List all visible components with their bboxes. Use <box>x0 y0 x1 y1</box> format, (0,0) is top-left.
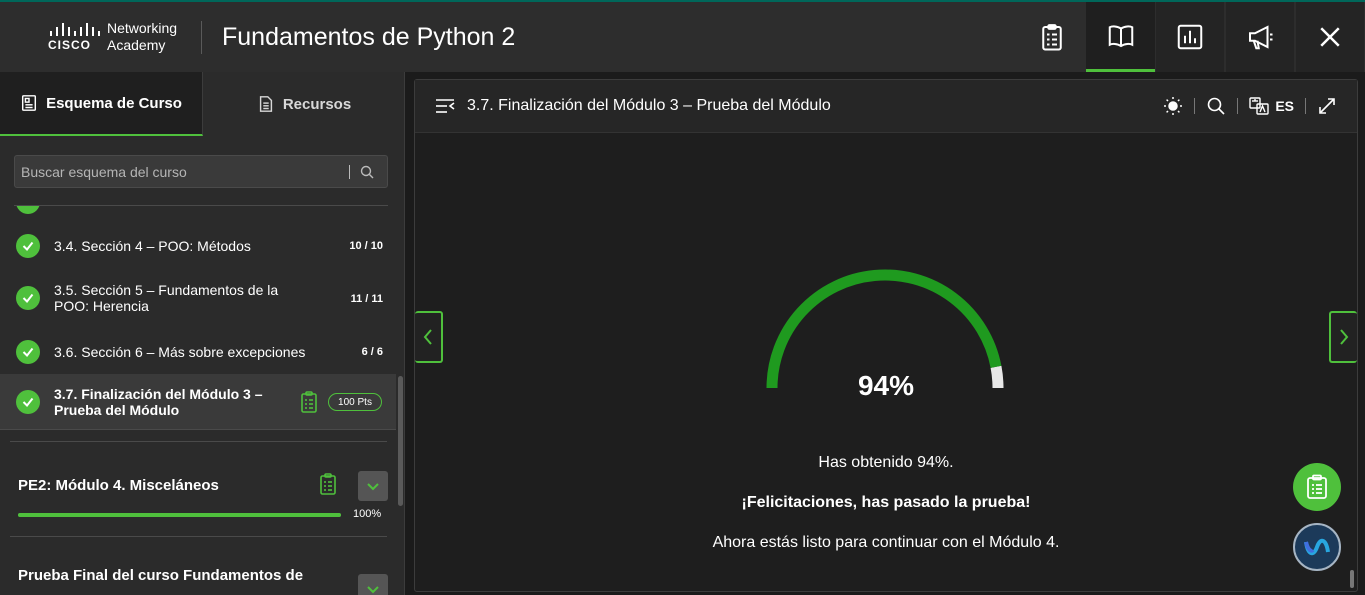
sidebar-scrollbar[interactable] <box>398 206 403 595</box>
webex-assistant-button[interactable] <box>1293 523 1341 571</box>
chevron-down-icon <box>367 483 379 491</box>
outline-list: 3.4. Sección 4 – POO: Métodos 10 / 10 3.… <box>0 206 396 595</box>
search-input[interactable] <box>15 156 345 187</box>
grades-button[interactable] <box>1156 2 1224 72</box>
outline-item-3-6[interactable]: 3.6. Sección 6 – Más sobre excepciones 6… <box>0 330 396 374</box>
previous-page-button[interactable] <box>415 311 443 363</box>
section-progress-bar <box>18 513 341 517</box>
progress-fill <box>18 513 341 517</box>
webex-icon <box>1304 538 1330 556</box>
chevron-left-icon <box>423 329 432 345</box>
course-button[interactable] <box>1086 2 1155 72</box>
result-message: Has obtenido 94%. <box>818 454 954 471</box>
expand-button[interactable] <box>358 471 388 501</box>
search-icon[interactable] <box>1206 96 1226 116</box>
book-icon <box>1108 24 1133 47</box>
content-title: 3.7. Finalización del Módulo 3 – Prueba … <box>467 97 831 114</box>
clipboard-icon <box>301 391 317 413</box>
outline-item-label: 3.5. Sección 5 – Fundamentos de la POO: … <box>54 282 279 314</box>
final-exam-section: Prueba Final del curso Fundamentos de <box>10 537 388 595</box>
outline-item-label: 3.7. Finalización del Módulo 3 – Prueba … <box>54 386 263 418</box>
brightness-icon[interactable] <box>1163 96 1183 116</box>
outline-search <box>14 155 388 188</box>
module-4-section: PE2: Módulo 4. Misceláneos 100% <box>10 442 388 536</box>
section-title[interactable]: PE2: Módulo 4. Misceláneos <box>18 477 219 495</box>
item-count: 6 / 6 <box>361 346 383 358</box>
language-label[interactable]: ES <box>1275 98 1294 114</box>
header-divider <box>201 21 202 54</box>
page-title: Fundamentos de Python 2 <box>222 23 516 51</box>
megaphone-icon <box>1249 25 1273 50</box>
item-count: 10 / 10 <box>349 240 383 252</box>
item-count: 11 / 11 <box>350 293 383 305</box>
chevron-down-icon <box>367 586 379 594</box>
next-page-button[interactable] <box>1329 311 1357 363</box>
outline-item-3-4[interactable]: 3.4. Sección 4 – POO: Métodos 10 / 10 <box>0 224 396 268</box>
search-divider <box>349 165 350 179</box>
section-title[interactable]: Prueba Final del curso Fundamentos de <box>18 567 318 585</box>
course-sidebar: Esquema de Curso Recursos 3.4. Sección 4… <box>0 72 405 595</box>
content-header: 3.7. Finalización del Módulo 3 – Prueba … <box>415 80 1357 133</box>
chevron-right-icon <box>1340 329 1349 345</box>
outline-item-label: 3.4. Sección 4 – POO: Métodos <box>54 238 251 254</box>
expand-button[interactable] <box>358 574 388 595</box>
outline-item-3-7[interactable]: 3.7. Finalización del Módulo 3 – Prueba … <box>0 374 396 430</box>
check-icon <box>16 234 40 258</box>
scrollbar-thumb[interactable] <box>398 376 403 506</box>
check-icon <box>16 286 40 310</box>
check-icon <box>16 340 40 364</box>
clipboard-icon <box>1307 474 1327 499</box>
networking-academy-label: Networking Academy <box>107 20 178 53</box>
clipboard-icon <box>320 473 336 495</box>
outline-item-3-5[interactable]: 3.5. Sección 5 – Fundamentos de la POO: … <box>0 274 396 322</box>
assignments-button[interactable] <box>1018 2 1086 72</box>
translate-icon[interactable] <box>1249 96 1270 116</box>
assignments-fab-button[interactable] <box>1293 463 1341 511</box>
content-panel: 3.7. Finalización del Módulo 3 – Prueba … <box>414 79 1358 592</box>
congratulations-message: ¡Felicitaciones, has pasado la prueba! <box>741 494 1031 511</box>
search-icon[interactable] <box>359 164 375 180</box>
close-button[interactable] <box>1296 2 1364 72</box>
collapse-menu-icon[interactable] <box>435 98 455 114</box>
next-step-message: Ahora estás listo para continuar con el … <box>712 534 1060 551</box>
tab-resources[interactable]: Recursos <box>203 72 405 136</box>
cisco-bars-icon <box>50 22 106 36</box>
cisco-logo[interactable]: CISCO Networking Academy <box>44 18 194 56</box>
clipboard-icon <box>1042 24 1062 51</box>
chart-icon <box>1177 24 1203 50</box>
progress-percent: 100% <box>353 508 382 520</box>
tab-course-outline[interactable]: Esquema de Curso <box>0 72 203 136</box>
announcements-button[interactable] <box>1226 2 1294 72</box>
content-scrollbar[interactable] <box>1350 570 1354 588</box>
score-percent: 94% <box>857 370 915 401</box>
document-icon <box>259 96 272 112</box>
outline-icon <box>22 95 37 111</box>
points-badge: 100 Pts <box>328 393 382 411</box>
outline-item-label: 3.6. Sección 6 – Más sobre excepciones <box>54 344 306 360</box>
sidebar-tabs: Esquema de Curso Recursos <box>0 72 405 136</box>
expand-icon[interactable] <box>1317 96 1337 116</box>
close-icon <box>1320 27 1340 47</box>
check-icon <box>16 390 40 414</box>
cisco-wordmark: CISCO <box>48 38 92 52</box>
list-item[interactable] <box>0 206 396 214</box>
check-icon <box>16 206 40 214</box>
content-toolbar: ES <box>1163 94 1337 118</box>
top-bar: CISCO Networking Academy Fundamentos de … <box>0 0 1365 72</box>
